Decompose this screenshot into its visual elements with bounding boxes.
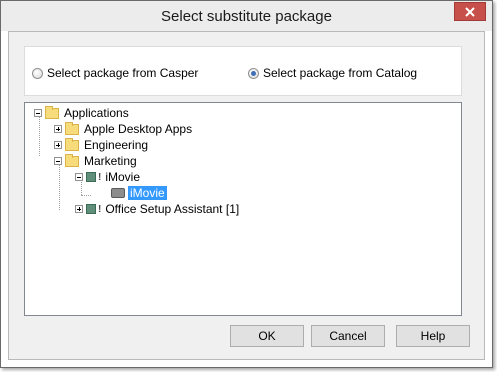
- tree-node-label: Office Setup Assistant [1]: [105, 202, 240, 216]
- warning-badge: !: [98, 171, 102, 183]
- expand-icon[interactable]: [75, 205, 83, 213]
- dialog-window: Select substitute package Select package…: [0, 0, 493, 368]
- radio-casper-label[interactable]: Select package from Casper: [47, 66, 198, 80]
- tree-node-label: Apple Desktop Apps: [84, 122, 193, 136]
- collapse-icon[interactable]: [75, 173, 83, 181]
- collapse-icon[interactable]: [54, 157, 62, 165]
- package-icon: [86, 172, 96, 182]
- disk-image-icon: [111, 188, 125, 198]
- tree-node-label: Engineering: [84, 138, 149, 152]
- tree-node-label: Applications: [64, 106, 129, 120]
- folder-icon: [65, 137, 79, 151]
- tree-node-imovie-package[interactable]: ! iMovie: [75, 169, 140, 185]
- folder-icon: [45, 105, 59, 119]
- tree-node-label-selected: iMovie: [128, 186, 167, 200]
- cancel-button[interactable]: Cancel: [311, 325, 385, 347]
- help-button[interactable]: Help: [396, 325, 470, 347]
- ok-button[interactable]: OK: [230, 325, 304, 347]
- radio-casper-circle[interactable]: [32, 67, 43, 79]
- tree-node-engineering[interactable]: Engineering: [54, 137, 148, 153]
- dialog-client: Select package from Casper Select packag…: [8, 31, 485, 360]
- tree-node-label: Marketing: [84, 154, 137, 168]
- expand-icon[interactable]: [54, 141, 62, 149]
- radio-casper[interactable]: Select package from Casper: [32, 66, 198, 80]
- radio-catalog[interactable]: Select package from Catalog: [248, 66, 417, 80]
- folder-icon: [65, 153, 79, 167]
- tree-line: [81, 195, 91, 196]
- tree-line: [39, 116, 40, 156]
- source-group: Select package from Casper Select packag…: [24, 46, 462, 96]
- tree-node-imovie-item[interactable]: iMovie: [111, 185, 167, 201]
- tree-node-applications[interactable]: Applications: [34, 105, 129, 121]
- folder-icon: [65, 121, 79, 135]
- tree-node-office-setup-assistant[interactable]: ! Office Setup Assistant [1]: [75, 201, 239, 217]
- tree-node-apple-desktop-apps[interactable]: Apple Desktop Apps: [54, 121, 192, 137]
- dialog-title: Select substitute package: [161, 8, 332, 25]
- package-tree[interactable]: Applications Apple Desktop Apps Engineer…: [24, 102, 462, 316]
- tree-line: [59, 163, 60, 210]
- title-bar[interactable]: Select substitute package: [1, 1, 492, 31]
- tree-node-marketing[interactable]: Marketing: [54, 153, 137, 169]
- package-icon: [86, 204, 96, 214]
- tree-node-label: iMovie: [105, 170, 141, 184]
- warning-badge: !: [98, 203, 102, 215]
- collapse-icon[interactable]: [34, 109, 42, 117]
- close-icon: [465, 6, 475, 17]
- radio-catalog-circle[interactable]: [248, 67, 259, 79]
- expand-icon[interactable]: [54, 125, 62, 133]
- radio-catalog-label[interactable]: Select package from Catalog: [263, 66, 417, 80]
- close-button[interactable]: [454, 2, 486, 21]
